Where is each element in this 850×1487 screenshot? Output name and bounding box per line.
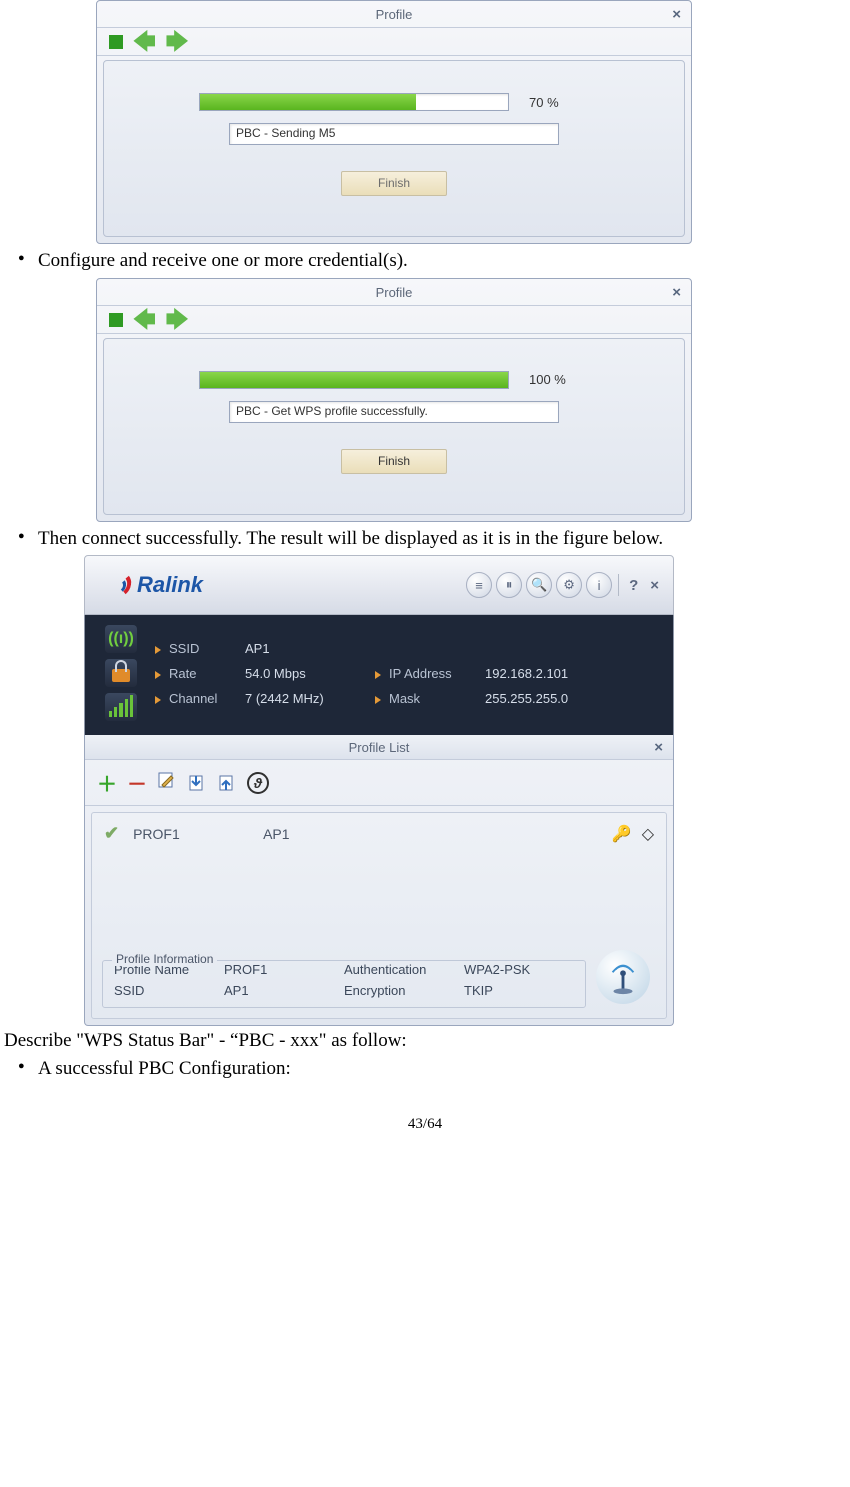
profile-row-ap: AP1 (263, 826, 612, 842)
logo-swoosh-icon (95, 572, 131, 598)
key-icon: 🔑 (612, 824, 632, 844)
dialog-titlebar: Profile × (97, 1, 691, 28)
rate-value: 54.0 Mbps (245, 666, 375, 681)
profile-list-titlebar: Profile List × (85, 735, 673, 760)
info-auth-label: Authentication (344, 962, 464, 977)
doc-bullet: Then connect successfully. The result wi… (4, 526, 846, 552)
forward-arrow-icon[interactable]: 🡆 (166, 35, 189, 49)
profile-info-legend: Profile Information (112, 952, 217, 966)
close-icon[interactable]: × (654, 739, 663, 756)
page-number: 43/64 (4, 1116, 846, 1143)
rate-label: Rate (155, 666, 245, 681)
profile-list-panel: Profile List × ＋ － ϑ (84, 735, 674, 1026)
info-profile-name-value: PROF1 (224, 962, 344, 977)
progress-label: 70 % (529, 95, 589, 110)
pause-icon[interactable]: ⏸ (496, 572, 522, 598)
wps-status-field: PBC - Sending M5 (229, 123, 559, 145)
close-icon[interactable]: × (672, 284, 681, 301)
config-icon: ◇ (642, 824, 654, 844)
progress-label: 100 % (529, 372, 589, 387)
profile-list-body: ✔ PROF1 AP1 🔑 ◇ Profile Information Prof… (91, 812, 667, 1019)
dialog-toolbar: 🡄 🡆 (97, 306, 691, 334)
edit-profile-icon[interactable] (157, 770, 177, 795)
app-toolbar: ≡ ⏸ 🔍 ⚙ i ? × (466, 572, 663, 598)
wireless-on-icon: ((ı)) (105, 625, 137, 653)
wps-icon[interactable]: ϑ (247, 772, 269, 794)
active-check-icon: ✔ (104, 823, 119, 844)
add-profile-icon[interactable]: ＋ (97, 768, 117, 797)
ssid-value: AP1 (245, 641, 375, 656)
info-enc-label: Encryption (344, 983, 464, 998)
profile-list-toolbar: ＋ － ϑ (85, 760, 673, 806)
export-profile-icon[interactable] (217, 773, 237, 793)
forward-arrow-icon[interactable]: 🡆 (166, 313, 189, 327)
channel-label: Channel (155, 691, 245, 706)
info-ssid-value: AP1 (224, 983, 344, 998)
help-icon[interactable]: ? (625, 577, 642, 594)
info-auth-value: WPA2-PSK (464, 962, 564, 977)
wps-status-field: PBC - Get WPS profile successfully. (229, 401, 559, 423)
profile-info-box: Profile Information Profile Name PROF1 A… (102, 954, 656, 1008)
dialog-body: 100 % PBC - Get WPS profile successfully… (103, 338, 685, 515)
close-icon[interactable]: × (646, 577, 663, 594)
profile-dialog-1: Profile × 🡄 🡆 70 % PBC - Sending M5 Fini… (96, 0, 692, 244)
gear-icon[interactable]: ⚙ (556, 572, 582, 598)
progress-fill (200, 94, 416, 110)
dialog-titlebar: Profile × (97, 279, 691, 306)
dialog-title: Profile (376, 285, 413, 300)
dialog-toolbar: 🡄 🡆 (97, 28, 691, 56)
app-logo: Ralink (95, 572, 203, 598)
info-ssid-label: SSID (114, 983, 224, 998)
dialog-body: 70 % PBC - Sending M5 Finish (103, 60, 685, 237)
profile-dialog-2: Profile × 🡄 🡆 100 % PBC - Get WPS profil… (96, 278, 692, 522)
back-arrow-icon[interactable]: 🡄 (133, 313, 156, 327)
security-lock-icon (105, 659, 137, 687)
profile-row-name: PROF1 (133, 826, 263, 842)
mask-value: 255.255.255.0 (485, 691, 615, 706)
info-icon[interactable]: i (586, 572, 612, 598)
doc-bullet: A successful PBC Configuration: (4, 1056, 846, 1082)
back-arrow-icon[interactable]: 🡄 (133, 35, 156, 49)
ip-value: 192.168.2.101 (485, 666, 615, 681)
stop-icon[interactable] (109, 313, 123, 327)
brand-text: Ralink (137, 572, 203, 598)
remove-profile-icon[interactable]: － (127, 768, 147, 797)
ralink-app: Ralink ≡ ⏸ 🔍 ⚙ i ? × ((ı)) (84, 555, 674, 1026)
finish-button[interactable]: Finish (341, 171, 447, 196)
progress-bar (199, 93, 509, 111)
status-panel: ((ı)) SSID AP1 Rate 54.0 Mbps IP Address (84, 615, 674, 735)
doc-bullet: Configure and receive one or more creden… (4, 248, 846, 274)
finish-button[interactable]: Finish (341, 449, 447, 474)
antenna-icon (596, 950, 650, 1004)
list-icon[interactable]: ≡ (466, 572, 492, 598)
import-profile-icon[interactable] (187, 773, 207, 793)
signal-strength-icon (105, 693, 137, 721)
info-enc-value: TKIP (464, 983, 564, 998)
profile-row[interactable]: ✔ PROF1 AP1 🔑 ◇ (92, 813, 666, 854)
search-icon[interactable]: 🔍 (526, 572, 552, 598)
dialog-title: Profile (376, 7, 413, 22)
progress-bar (199, 371, 509, 389)
toolbar-separator (618, 574, 619, 596)
app-header: Ralink ≡ ⏸ 🔍 ⚙ i ? × (84, 555, 674, 615)
close-icon[interactable]: × (672, 6, 681, 23)
stop-icon[interactable] (109, 35, 123, 49)
profile-list-title: Profile List (349, 740, 410, 755)
doc-paragraph: Describe "WPS Status Bar" - “PBC - xxx" … (4, 1030, 842, 1052)
ssid-label: SSID (155, 641, 245, 656)
channel-value: 7 (2442 MHz) (245, 691, 375, 706)
ip-label: IP Address (375, 666, 485, 681)
mask-label: Mask (375, 691, 485, 706)
progress-fill (200, 372, 508, 388)
